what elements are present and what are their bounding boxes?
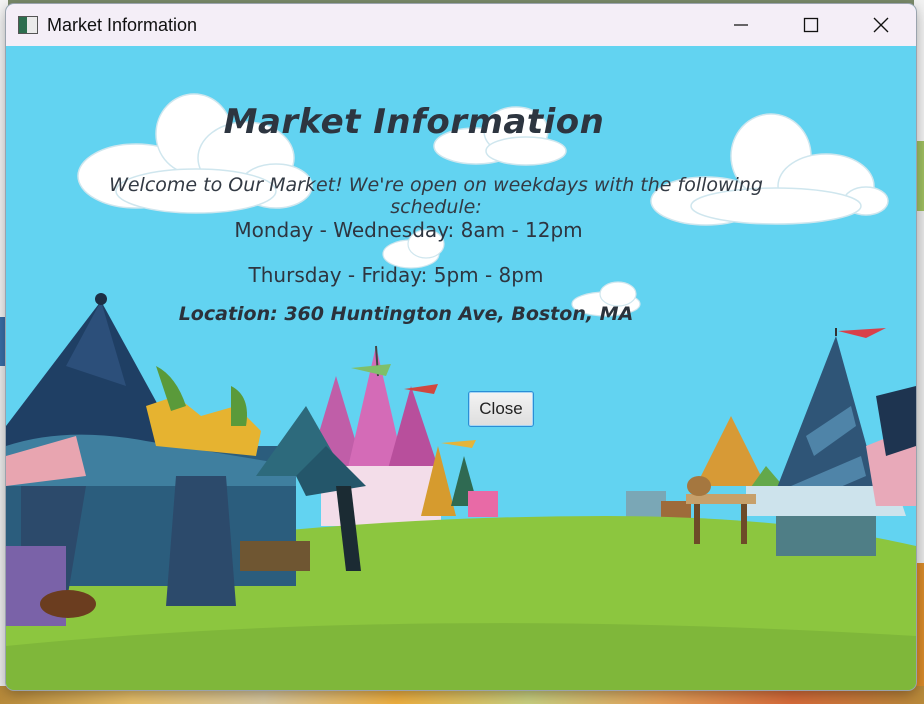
close-button[interactable]: Close: [468, 391, 534, 427]
window-title: Market Information: [47, 14, 198, 35]
content-area: Market Information Welcome to Our Market…: [6, 46, 916, 690]
maximize-button[interactable]: [776, 4, 846, 46]
location-text: Location: 360 Huntington Ave, Boston, MA: [178, 303, 634, 325]
schedule-line-1: Monday - Wednesday: 8am - 12pm: [234, 218, 583, 242]
welcome-message: Welcome to Our Market! We're open on wee…: [109, 174, 763, 218]
schedule-line-2: Thursday - Friday: 5pm - 8pm: [248, 263, 544, 287]
title-bar[interactable]: Market Information: [6, 4, 916, 46]
app-icon: [18, 16, 38, 34]
information-panel: Market Information Welcome to Our Market…: [6, 46, 916, 690]
minimize-button[interactable]: [706, 4, 776, 46]
window-controls: [706, 4, 916, 46]
page-title: Market Information: [223, 102, 605, 142]
market-information-window: Market Information Market Information We…: [6, 4, 916, 690]
maximize-icon: [803, 17, 819, 33]
minimize-icon: [734, 24, 748, 26]
close-window-button[interactable]: [846, 4, 916, 46]
close-icon: [873, 17, 889, 33]
